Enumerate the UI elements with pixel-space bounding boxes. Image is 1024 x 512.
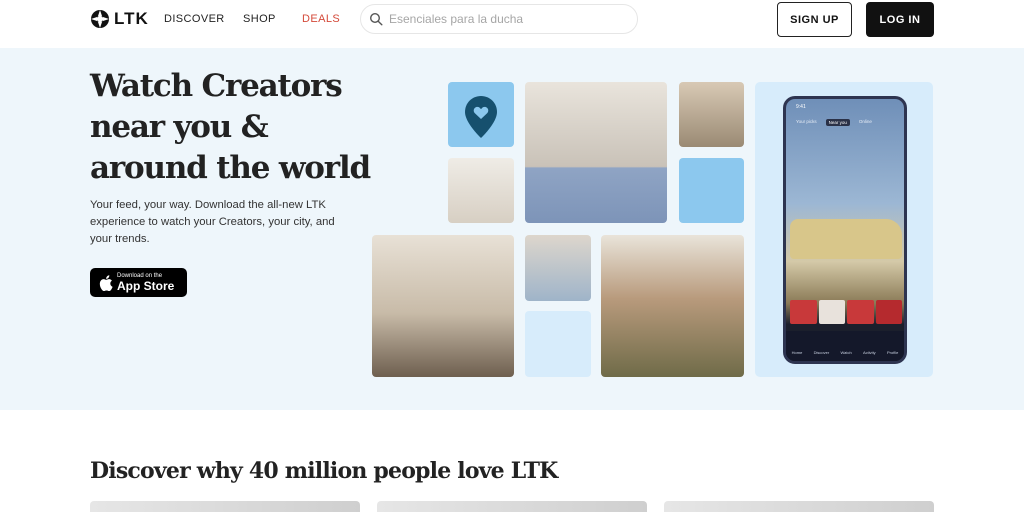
phone-bottom-nav: Home Discover Watch Activity Profile: [786, 331, 904, 361]
feature-card[interactable]: [664, 501, 934, 512]
phone-video-car: [790, 219, 902, 259]
creator-photo-street[interactable]: [525, 235, 591, 301]
nav-deals[interactable]: DEALS: [302, 13, 340, 25]
feature-card[interactable]: [377, 501, 647, 512]
log-in-button[interactable]: LOG IN: [866, 2, 934, 37]
phone-nav-discover: Discover: [813, 350, 830, 355]
phone-nav-activity: Activity: [863, 350, 876, 355]
phone-product-thumb: [790, 300, 817, 324]
creator-photo-living-room[interactable]: [372, 235, 514, 377]
creator-photo-outdoor[interactable]: [601, 235, 744, 377]
hero-subtitle: Your feed, your way. Download the all-ne…: [90, 199, 335, 245]
location-pin-icon: [465, 96, 497, 138]
phone-mockup: 9:41 Your picks Near you Online Home Dis…: [783, 96, 907, 364]
ltk-logo-icon: [91, 10, 109, 28]
creator-photo-cafe[interactable]: [448, 158, 514, 223]
phone-screen: 9:41 Your picks Near you Online Home Dis…: [786, 99, 904, 361]
phone-nav-profile: Profile: [887, 350, 899, 355]
phone-nav-home: Home: [791, 350, 803, 355]
hero-title: Watch Creators near you & around the wor…: [90, 68, 371, 186]
location-tile: [448, 82, 514, 147]
logo-text: LTK: [114, 9, 149, 28]
phone-product-thumb: [847, 300, 874, 324]
blue-accent-tile: [679, 158, 744, 223]
sign-up-button[interactable]: SIGN UP: [777, 2, 852, 37]
ltk-logo[interactable]: LTK: [90, 9, 149, 29]
app-store-button[interactable]: Download on the App Store: [90, 268, 187, 297]
section-title: Discover why 40 million people love LTK: [90, 458, 558, 484]
phone-product-thumb: [818, 300, 845, 324]
nav-discover[interactable]: DISCOVER: [164, 13, 225, 25]
app-store-label: App Store: [117, 279, 175, 293]
phone-tab-your-picks: Your picks: [796, 119, 817, 124]
creator-photo-denim[interactable]: [525, 82, 667, 223]
phone-tab-online: Online: [858, 119, 872, 124]
phone-product-thumb: [875, 300, 902, 324]
creator-photo-floral[interactable]: [679, 82, 744, 147]
phone-product-thumbnails: [790, 300, 902, 324]
feature-card[interactable]: [90, 501, 360, 512]
phone-nav-watch: Watch: [840, 350, 852, 355]
nav-shop[interactable]: SHOP: [243, 13, 276, 25]
apple-icon: [99, 274, 113, 291]
phone-tabs: Your picks Near you Online: [796, 119, 872, 126]
search-input[interactable]: [389, 12, 629, 26]
phone-time: 9:41: [796, 104, 806, 110]
phone-tab-near-you: Near you: [825, 119, 850, 126]
pale-accent-tile: [525, 311, 591, 377]
site-header: LTK DISCOVER SHOP DEALS SIGN UP LOG IN: [0, 0, 1024, 48]
search-bar[interactable]: [360, 4, 638, 34]
search-icon: [369, 12, 383, 26]
